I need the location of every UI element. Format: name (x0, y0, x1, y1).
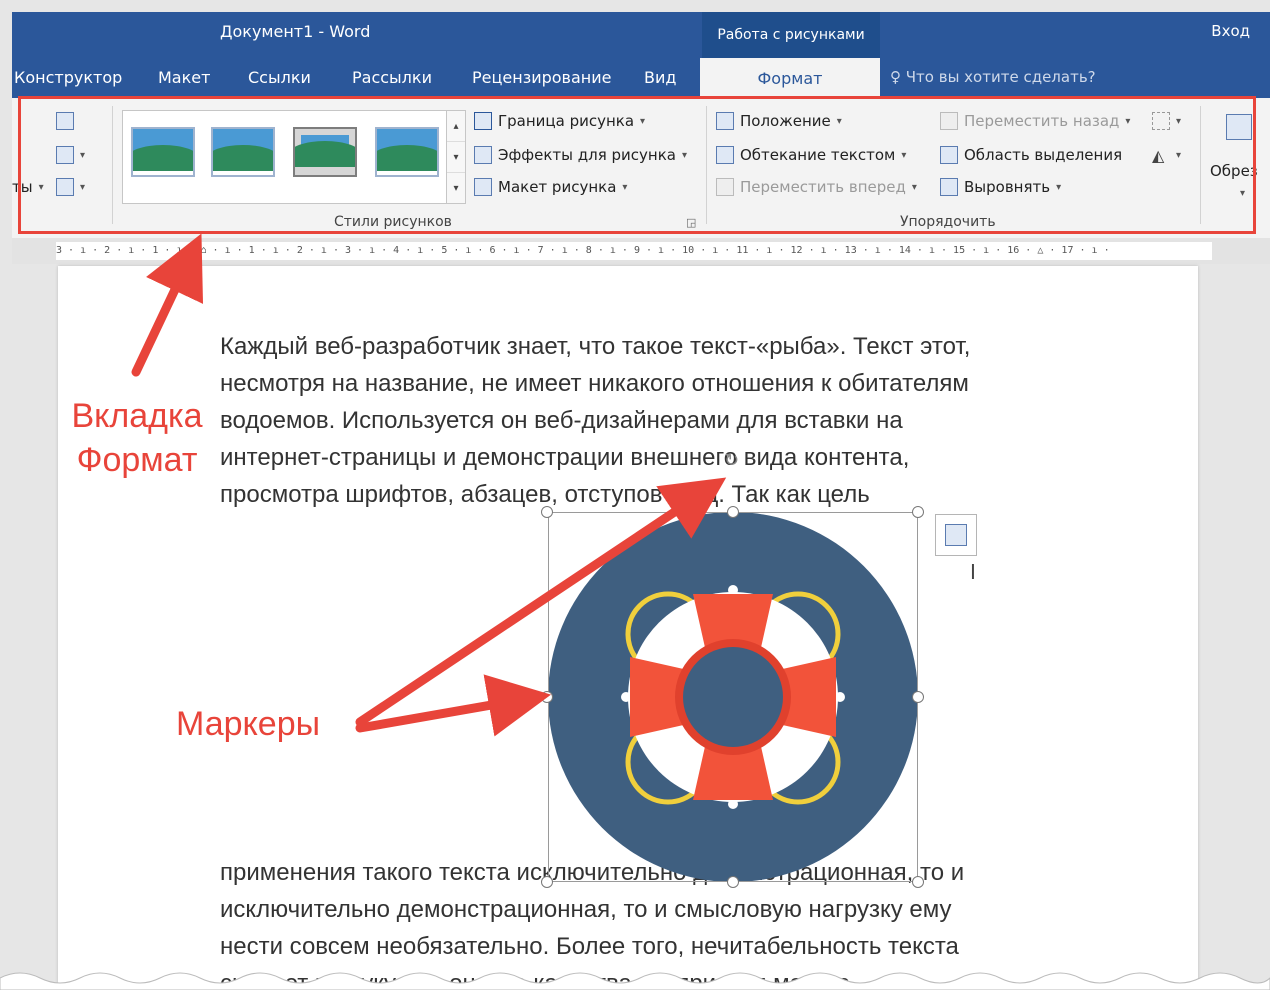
arrow-to-ribbon (131, 233, 204, 377)
torn-edge (0, 972, 1270, 990)
arrow-to-top-handle (355, 477, 727, 727)
annotation-arrows (131, 233, 727, 737)
screenshot-frame: Документ1 - Word Работа с рисунками Вход… (0, 0, 1270, 990)
